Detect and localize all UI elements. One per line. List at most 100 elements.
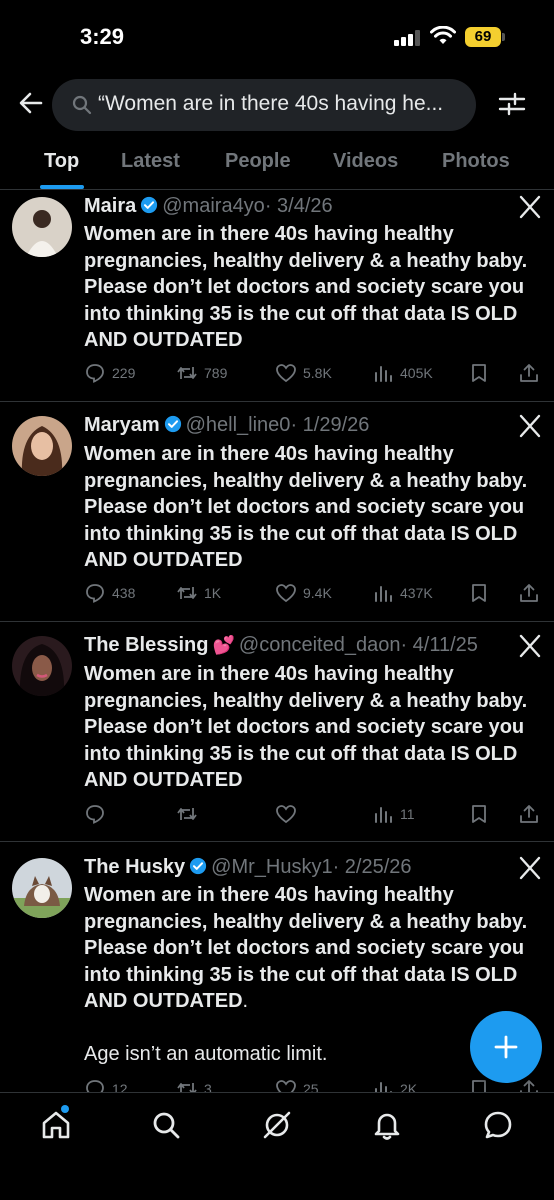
bottom-nav <box>0 1092 554 1200</box>
verified-badge-icon <box>190 857 207 875</box>
like-button[interactable]: 5.8K <box>275 361 332 385</box>
tweet[interactable]: Maira @maira4yo· 3/4/26 Women are in ther… <box>0 190 554 402</box>
author-handle[interactable]: @hell_line0 <box>186 414 291 436</box>
views-chart-icon <box>375 1082 392 1092</box>
search-icon[interactable] <box>150 1109 182 1141</box>
views-button[interactable]: 11 <box>372 802 415 826</box>
x-logo-icon <box>519 195 541 219</box>
bookmark-icon <box>472 805 486 823</box>
views-chart-icon <box>375 366 392 382</box>
reply-icon <box>86 584 104 603</box>
search-filters-icon[interactable] <box>498 90 526 118</box>
compose-post-button[interactable] <box>470 1011 542 1083</box>
share-icon <box>520 584 538 602</box>
repost-icon <box>177 587 197 599</box>
verified-badge-icon <box>164 415 181 433</box>
author-handle[interactable]: @conceited_daon <box>239 634 401 656</box>
search-query: “Women are in there 40s having he... <box>98 92 444 115</box>
tweet-text: Women are in there 40s having healthy pr… <box>84 663 528 791</box>
active-tab-indicator <box>40 185 84 189</box>
grok-icon[interactable] <box>261 1109 293 1141</box>
views-chart-icon <box>375 807 392 823</box>
post-date: · 2/25/26 <box>332 856 412 878</box>
home-icon[interactable] <box>40 1109 72 1141</box>
author-handle[interactable]: @maira4yo <box>162 195 265 217</box>
tab-people[interactable]: People <box>225 150 291 173</box>
repost-icon <box>177 808 197 820</box>
bookmark-button[interactable] <box>468 361 490 385</box>
tweet[interactable]: The Blessing 💕 @conceited_daon· 4/11/25 Wo… <box>0 622 554 842</box>
tab-videos[interactable]: Videos <box>333 150 398 173</box>
avatar[interactable] <box>12 636 72 696</box>
author-name[interactable]: The Husky <box>84 856 185 878</box>
avatar[interactable] <box>12 197 72 257</box>
repost-button[interactable]: 3 <box>176 1077 212 1092</box>
author-name[interactable]: The Blessing <box>84 634 208 656</box>
tweet[interactable]: Maryam @hell_line0· 1/29/26 Women are in … <box>0 402 554 622</box>
author-handle[interactable]: @Mr_Husky1 <box>211 856 332 878</box>
battery-level: 69 <box>465 27 501 47</box>
tweet-actions: 438 1K 9.4K 437K <box>0 581 554 605</box>
messages-icon[interactable] <box>482 1109 514 1141</box>
share-button[interactable] <box>518 581 540 605</box>
x-logo-icon <box>519 414 541 438</box>
repost-button[interactable]: 1K <box>176 581 221 605</box>
like-button[interactable] <box>275 802 303 826</box>
tweet-text: Women are in there 40s having healthy pr… <box>84 884 528 1012</box>
author-name[interactable]: Maryam <box>84 414 160 436</box>
reply-button[interactable]: 438 <box>84 581 135 605</box>
repost-button[interactable] <box>176 802 204 826</box>
heart-icon <box>276 1080 296 1092</box>
share-button[interactable] <box>518 361 540 385</box>
reply-icon <box>86 805 104 824</box>
tweet-text-suffix: . <box>242 990 249 1012</box>
tab-top[interactable]: Top <box>44 150 79 173</box>
battery-tip <box>502 33 505 41</box>
post-date: · 1/29/26 <box>290 414 370 436</box>
tweet-text: Women are in there 40s having healthy pr… <box>84 223 528 351</box>
bookmark-button[interactable] <box>468 1077 490 1092</box>
bookmark-icon <box>472 364 486 382</box>
bookmark-icon <box>472 1080 486 1092</box>
reply-button[interactable]: 229 <box>84 361 135 385</box>
views-button[interactable]: 437K <box>372 581 433 605</box>
bookmark-button[interactable] <box>468 581 490 605</box>
tweet-actions: 12 3 25 2K <box>0 1077 554 1092</box>
reply-button[interactable]: 12 <box>84 1077 128 1092</box>
share-button[interactable] <box>518 802 540 826</box>
notifications-bell-icon[interactable] <box>371 1109 403 1141</box>
like-button[interactable]: 9.4K <box>275 581 332 605</box>
share-icon <box>520 805 538 823</box>
share-icon <box>520 364 538 382</box>
wifi-icon <box>430 26 456 44</box>
status-time: 3:29 <box>80 24 125 49</box>
cellular-signal-icon <box>394 30 422 46</box>
share-icon <box>520 1080 538 1092</box>
status-bar: 3:29 69 <box>0 0 554 72</box>
views-button[interactable]: 2K <box>372 1077 417 1092</box>
reply-button[interactable] <box>84 802 112 826</box>
repost-icon <box>177 367 197 379</box>
plus-icon <box>494 1035 518 1059</box>
repost-button[interactable]: 789 <box>176 361 227 385</box>
author-name[interactable]: Maira <box>84 195 136 217</box>
tweet-actions: 11 <box>0 802 554 826</box>
heart-icon <box>276 805 296 824</box>
reply-icon <box>86 1080 104 1092</box>
bookmark-icon <box>472 584 486 602</box>
avatar[interactable] <box>12 416 72 476</box>
tweet-text-extra: Age isn’t an automatic limit. <box>84 1043 328 1065</box>
search-input[interactable]: “Women are in there 40s having he... <box>52 79 476 131</box>
search-icon <box>72 95 92 115</box>
tweet-text: Women are in there 40s having healthy pr… <box>84 443 528 571</box>
like-button[interactable]: 25 <box>275 1077 319 1092</box>
back-arrow-icon[interactable] <box>18 90 44 116</box>
verified-badge-icon <box>141 196 158 214</box>
tab-photos[interactable]: Photos <box>442 150 510 173</box>
tab-latest[interactable]: Latest <box>121 150 180 173</box>
views-button[interactable]: 405K <box>372 361 433 385</box>
bookmark-button[interactable] <box>468 802 490 826</box>
author-emoji: 💕 <box>212 635 235 655</box>
avatar[interactable] <box>12 858 72 918</box>
tweet-text-container: Women are in there 40s having healthy pr… <box>84 882 534 1068</box>
